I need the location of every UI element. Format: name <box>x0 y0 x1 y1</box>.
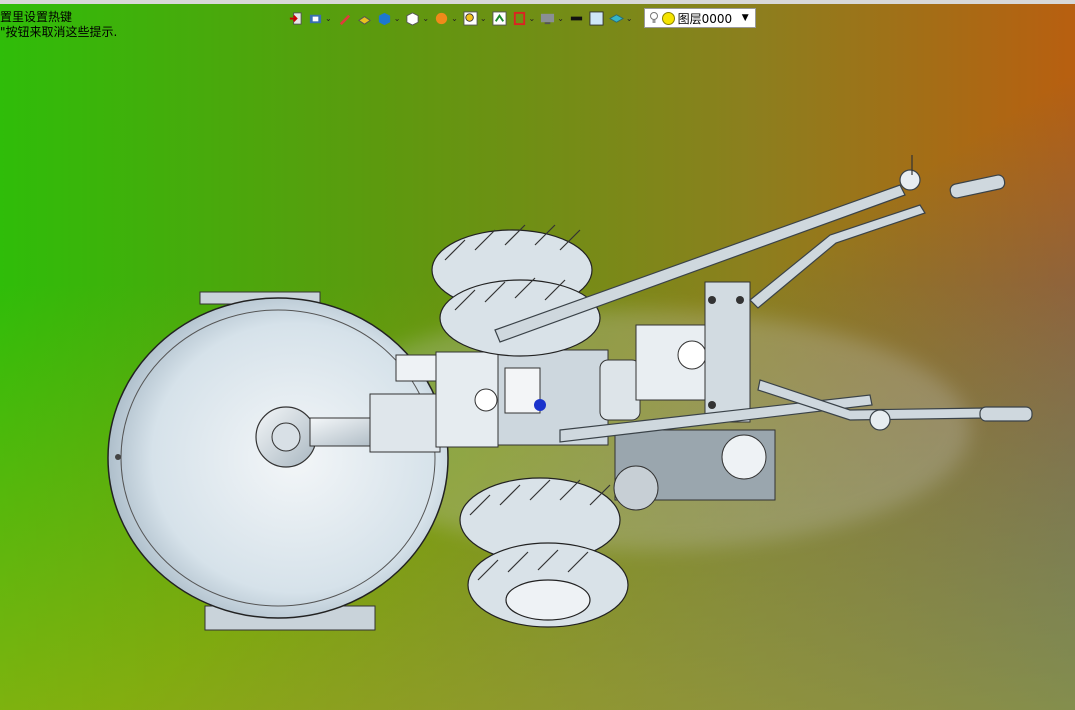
layer-color-icon <box>661 11 675 25</box>
section-button[interactable]: ⌄ <box>512 8 536 28</box>
cube-button[interactable]: ⌄ <box>405 8 429 28</box>
fill-color-button[interactable] <box>589 8 604 28</box>
layer-name: 图层0000 <box>677 11 733 26</box>
section-icon <box>513 11 525 25</box>
chevron-down-icon: ⌄ <box>479 13 487 23</box>
box-icon <box>378 12 390 25</box>
fit-icon <box>491 10 507 26</box>
view-orient-icon <box>309 14 322 23</box>
fill-color-icon <box>589 10 604 26</box>
zoom-button[interactable]: ⌄ <box>463 8 487 28</box>
exit-icon <box>289 11 302 25</box>
chevron-down-icon: ⌄ <box>625 13 633 23</box>
texture-button[interactable]: ⌄ <box>434 8 458 28</box>
cube-icon <box>406 11 419 26</box>
view-toolbar: ⌄ ⌄ ⌄ ⌄ ⌄ ⌄ ⌄ ⌄ 图层0000 ▼ <box>288 7 756 29</box>
selection-point <box>534 399 546 411</box>
zoom-icon <box>463 10 478 26</box>
view-orient-button[interactable]: ⌄ <box>308 8 332 28</box>
solid-icon <box>357 15 371 25</box>
chevron-down-icon: ⌄ <box>325 13 332 23</box>
layer-state-button[interactable]: ⌄ <box>608 8 633 28</box>
fit-button[interactable] <box>491 8 507 28</box>
bulb-icon <box>649 12 658 23</box>
chevron-down-icon: ⌄ <box>422 13 430 23</box>
sketch-pen-icon <box>339 14 350 25</box>
layer-select[interactable]: 图层0000 ▼ <box>643 8 756 28</box>
chevron-down-icon: ⌄ <box>528 13 536 23</box>
cad-model-walking-tractor[interactable] <box>0 0 1075 710</box>
box-button[interactable]: ⌄ <box>377 8 401 28</box>
texture-icon <box>435 12 448 24</box>
exit-button[interactable] <box>288 8 303 28</box>
3d-viewport[interactable]: 置里设置热键 "按钮来取消这些提示. ⌄ ⌄ ⌄ ⌄ ⌄ ⌄ ⌄ ⌄ 图层000… <box>0 0 1075 710</box>
chevron-down-icon: ⌄ <box>451 13 458 23</box>
sketch-button[interactable] <box>337 8 352 28</box>
solid-button[interactable] <box>357 8 372 28</box>
display-icon <box>541 13 555 24</box>
line-color-icon <box>570 16 583 20</box>
layer-state-icon <box>608 13 624 23</box>
wheel-bottom[interactable] <box>459 477 629 628</box>
line-color-button[interactable] <box>569 8 584 28</box>
display-button[interactable]: ⌄ <box>540 8 564 28</box>
chevron-down-icon: ⌄ <box>557 13 564 23</box>
chevron-down-icon: ⌄ <box>393 13 401 23</box>
dropdown-arrow-icon: ▼ <box>741 13 749 23</box>
